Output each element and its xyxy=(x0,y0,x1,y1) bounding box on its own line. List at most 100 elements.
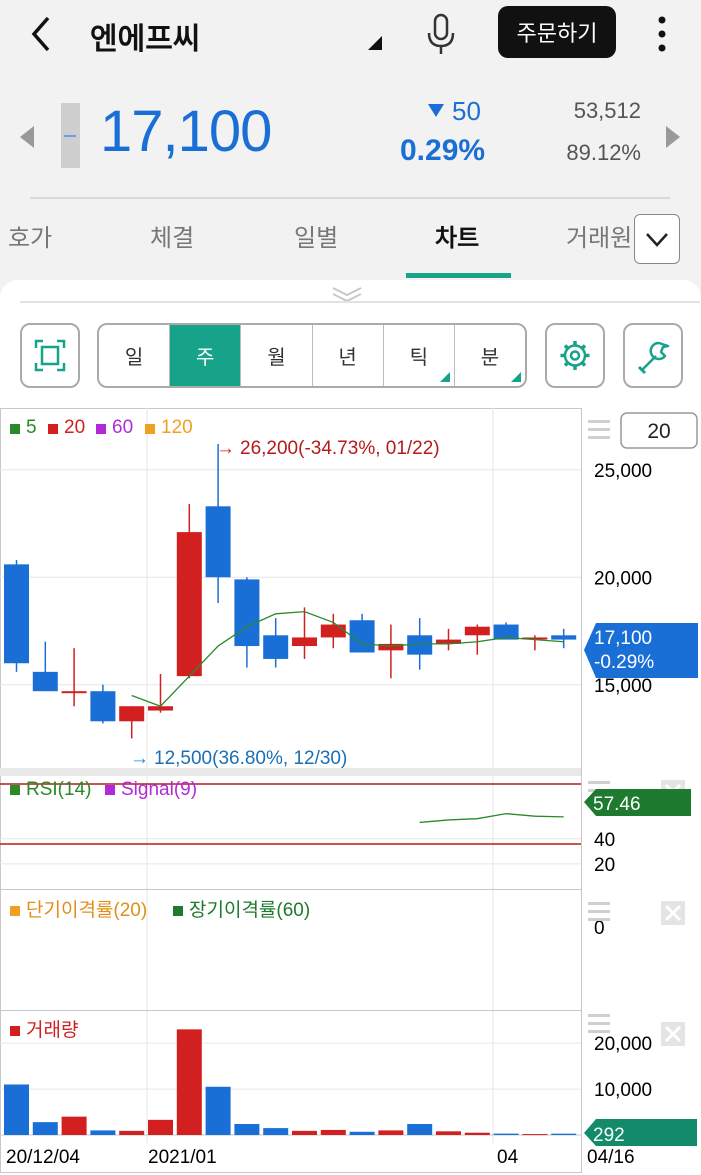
main-y-tick: 20,000 xyxy=(594,568,652,589)
price-change: 50 xyxy=(452,96,481,126)
stock-dropdown-icon[interactable] xyxy=(368,36,382,50)
volume-bar xyxy=(234,1123,260,1135)
volume-y-tick: 10,000 xyxy=(594,1080,652,1101)
volume-bar xyxy=(90,1130,116,1135)
candle-body xyxy=(90,691,116,722)
period-minute[interactable]: 분 xyxy=(455,325,525,386)
microphone-icon[interactable] xyxy=(424,12,458,56)
volume-bar xyxy=(407,1123,433,1135)
pane-separator-main xyxy=(0,768,581,776)
disparity-pane-menu-icon[interactable] xyxy=(588,902,610,921)
ma5-legend-swatch xyxy=(10,424,20,434)
price-change-percent: 0.29% xyxy=(400,134,486,167)
disparity-y-tick: 0 xyxy=(594,918,605,939)
volume-pane-close-icon[interactable] xyxy=(661,1022,685,1046)
candle-body xyxy=(292,637,317,647)
tab-broker[interactable]: 거래원 xyxy=(566,218,632,253)
tab-orderbook[interactable]: 호가 xyxy=(8,218,52,253)
candle-count: 20 xyxy=(647,420,670,443)
period-week[interactable]: 주 xyxy=(170,325,242,386)
tab-trades[interactable]: 체결 xyxy=(150,218,194,253)
volume-bar xyxy=(292,1130,317,1135)
volume-value: 292 xyxy=(593,1125,625,1146)
ma60-legend: 60 xyxy=(112,417,133,438)
candle-body xyxy=(32,671,58,692)
period-year[interactable]: 년 xyxy=(313,325,384,386)
volume-bar xyxy=(349,1131,375,1135)
order-button[interactable]: 주문하기 xyxy=(498,6,616,58)
volume-bar xyxy=(378,1130,404,1135)
period-month[interactable]: 월 xyxy=(241,325,313,386)
low-arrow-icon: → xyxy=(130,748,149,769)
period-tick[interactable]: 틱 xyxy=(384,325,455,386)
candle-body xyxy=(4,564,29,664)
stock-chart[interactable]: 25,000 20,000 15,000 40 20 0 20,000 10,000 5 20… xyxy=(0,408,701,1175)
candle-body xyxy=(464,626,490,636)
volume-bar xyxy=(4,1084,29,1135)
volume-bar xyxy=(493,1133,519,1135)
tools-button[interactable] xyxy=(623,323,683,388)
short-disparity-legend: 단기이격률(20) xyxy=(26,899,147,921)
period-tick-label: 틱 xyxy=(409,345,428,369)
ma120-legend-swatch xyxy=(145,424,155,434)
more-options-icon[interactable] xyxy=(650,14,674,54)
signal-legend-swatch xyxy=(105,785,115,795)
divider xyxy=(30,197,670,199)
period-minute-label: 분 xyxy=(480,345,500,369)
volume-bar xyxy=(436,1131,461,1135)
volume-ratio: 89.12% xyxy=(566,140,641,165)
volume-bar xyxy=(320,1129,346,1135)
ma20-legend: 20 xyxy=(64,417,85,438)
rsi-y-tick: 40 xyxy=(594,830,615,851)
candle-body xyxy=(119,706,145,722)
period-day[interactable]: 일 xyxy=(99,325,171,386)
gear-icon xyxy=(560,341,590,370)
main-pane-menu-icon[interactable] xyxy=(588,420,610,439)
ma5-legend: 5 xyxy=(26,417,37,438)
volume-bar xyxy=(522,1134,548,1136)
volume-bar xyxy=(148,1119,173,1135)
current-price-tag-value: 17,100 xyxy=(594,628,652,649)
candle-body xyxy=(205,506,231,578)
volume-bar xyxy=(205,1086,231,1135)
trade-volume: 53,512 xyxy=(573,98,641,123)
volume-y-tick: 20,000 xyxy=(594,1034,652,1055)
down-triangle-icon xyxy=(428,104,444,117)
tab-chart[interactable]: 차트 xyxy=(435,218,479,253)
stock-name[interactable]: 엔에프씨 xyxy=(90,14,200,58)
tab-daily[interactable]: 일별 xyxy=(294,218,338,253)
volume-pane-menu-icon[interactable] xyxy=(588,1014,610,1033)
wrench-icon xyxy=(637,341,670,375)
long-disparity-legend: 장기이격률(60) xyxy=(189,899,310,921)
settings-button[interactable] xyxy=(545,323,605,388)
current-price-tag-pct: -0.29% xyxy=(594,652,654,673)
x-label-start: 20/12/04 xyxy=(6,1147,80,1168)
high-annotation: 26,200(-34.73%, 01/22) xyxy=(240,438,440,459)
rsi-value: 57.46 xyxy=(593,794,641,815)
volume-legend-swatch xyxy=(10,1026,20,1036)
x-label-04: 04 xyxy=(497,1147,519,1168)
tab-expand-button[interactable] xyxy=(634,214,680,264)
active-tab-indicator xyxy=(406,273,511,278)
fullscreen-button[interactable] xyxy=(20,323,80,388)
candle-body xyxy=(176,532,202,677)
volume-bar xyxy=(32,1122,58,1135)
rsi-y-tick: 20 xyxy=(594,855,615,876)
candle-body xyxy=(551,635,577,640)
previous-stock-arrow-icon[interactable] xyxy=(20,126,34,148)
fullscreen-icon xyxy=(34,339,66,372)
rsi-legend-swatch xyxy=(10,785,20,795)
chevron-down-icon xyxy=(646,233,668,247)
ma20-legend-swatch xyxy=(48,424,58,434)
rsi-legend: RSI(14) xyxy=(26,779,91,800)
disparity-pane-close-icon[interactable] xyxy=(661,901,685,925)
signal-legend: Signal(9) xyxy=(121,779,197,800)
back-arrow-icon[interactable] xyxy=(22,14,62,54)
next-stock-arrow-icon[interactable] xyxy=(666,126,680,148)
main-y-tick: 25,000 xyxy=(594,461,652,482)
main-y-tick: 15,000 xyxy=(594,676,652,697)
ma120-legend: 120 xyxy=(161,417,193,438)
submenu-corner-icon xyxy=(439,372,450,382)
high-arrow-icon: → xyxy=(216,438,235,459)
current-price: 17,100 xyxy=(100,99,272,164)
